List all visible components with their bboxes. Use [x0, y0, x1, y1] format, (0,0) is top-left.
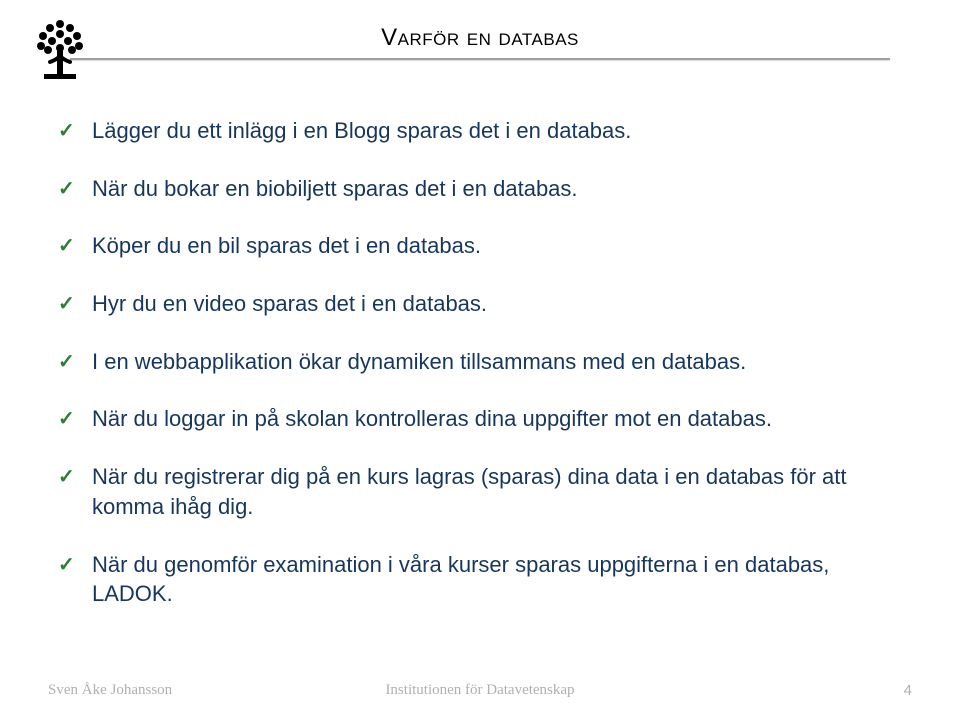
list-item: ✓ När du loggar in på skolan kontrollera…	[58, 404, 902, 434]
footer-author: Sven Åke Johansson	[48, 682, 172, 699]
title-underline	[70, 58, 890, 60]
footer: Sven Åke Johansson Institutionen för Dat…	[0, 682, 960, 699]
bullet-text: Hyr du en video sparas det i en databas.	[92, 291, 487, 316]
list-item: ✓ Köper du en bil sparas det i en databa…	[58, 231, 902, 261]
bullet-text: När du loggar in på skolan kontrolleras …	[92, 406, 772, 431]
footer-institution: Institutionen för Datavetenskap	[385, 682, 574, 699]
checkmark-icon: ✓	[58, 176, 75, 203]
content-area: ✓ Lägger du ett inlägg i en Blogg sparas…	[48, 116, 912, 609]
slide: Varför en databas ✓ Lägger du ett inlägg…	[0, 0, 960, 717]
checkmark-icon: ✓	[58, 118, 75, 145]
bullet-list: ✓ Lägger du ett inlägg i en Blogg sparas…	[58, 116, 902, 609]
header: Varför en databas	[48, 24, 912, 60]
checkmark-icon: ✓	[58, 233, 75, 260]
checkmark-icon: ✓	[58, 464, 75, 491]
list-item: ✓ När du registrerar dig på en kurs lagr…	[58, 462, 902, 521]
tree-logo-icon	[30, 14, 90, 84]
list-item: ✓ I en webbapplikation ökar dynamiken ti…	[58, 347, 902, 377]
bullet-text: I en webbapplikation ökar dynamiken till…	[92, 349, 746, 374]
bullet-text: När du registrerar dig på en kurs lagras…	[92, 464, 847, 519]
slide-title: Varför en databas	[381, 24, 579, 52]
list-item: ✓ När du genomför examination i våra kur…	[58, 550, 902, 609]
checkmark-icon: ✓	[58, 349, 75, 376]
footer-page-number: 4	[904, 682, 912, 699]
list-item: ✓ Lägger du ett inlägg i en Blogg sparas…	[58, 116, 902, 146]
bullet-text: Köper du en bil sparas det i en databas.	[92, 233, 481, 258]
bullet-text: Lägger du ett inlägg i en Blogg sparas d…	[92, 118, 631, 143]
checkmark-icon: ✓	[58, 552, 75, 579]
list-item: ✓ När du bokar en biobiljett sparas det …	[58, 174, 902, 204]
checkmark-icon: ✓	[58, 291, 75, 318]
bullet-text: När du bokar en biobiljett sparas det i …	[92, 176, 578, 201]
bullet-text: När du genomför examination i våra kurse…	[92, 552, 829, 607]
checkmark-icon: ✓	[58, 406, 75, 433]
list-item: ✓ Hyr du en video sparas det i en databa…	[58, 289, 902, 319]
